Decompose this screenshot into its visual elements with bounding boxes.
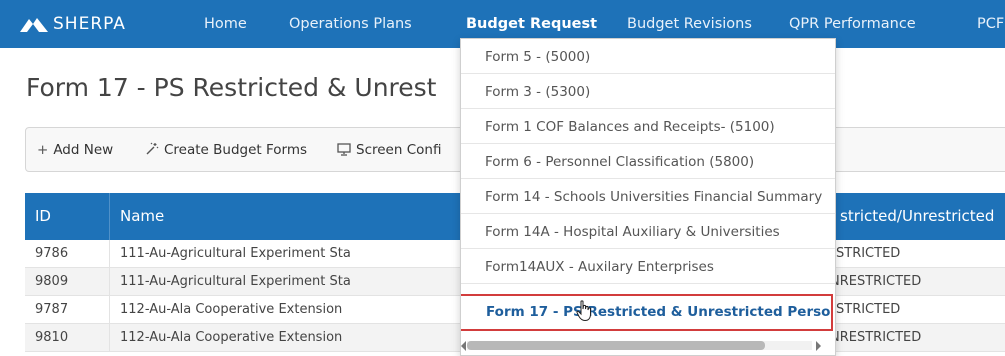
cell-type: STRICTED <box>836 246 901 261</box>
cell-type: NRESTRICTED <box>830 330 922 345</box>
row-divider <box>109 268 110 296</box>
hand-pointer-icon <box>576 300 591 322</box>
nav-home[interactable]: Home <box>204 15 247 33</box>
column-header-restricted[interactable]: stricted/Unrestricted <box>840 207 994 225</box>
scroll-right-arrow-icon[interactable] <box>816 341 821 351</box>
cell-id: 9787 <box>35 302 69 317</box>
menu-item-form-3[interactable]: Form 3 - (5300) <box>461 74 835 109</box>
budget-request-dropdown: Form 5 - (5000) Form 3 - (5300) Form 1 C… <box>460 38 836 356</box>
cell-id: 9810 <box>35 330 69 345</box>
nav-qpr-performance[interactable]: QPR Performance <box>789 15 916 33</box>
nav-operations-plans[interactable]: Operations Plans <box>289 15 412 33</box>
nav-budget-request[interactable]: Budget Request <box>466 15 597 33</box>
menu-item-form-14a[interactable]: Form 14A - Hospital Auxiliary & Universi… <box>461 214 835 249</box>
app-logo[interactable]: SHERPA <box>19 14 126 34</box>
row-divider <box>109 324 110 352</box>
cell-name: 111-Au-Agricultural Experiment Sta <box>120 246 351 261</box>
scroll-left-arrow-icon[interactable] <box>461 341 466 351</box>
row-divider <box>109 296 110 324</box>
screen-config-label: Screen Confi <box>356 142 442 158</box>
page-title: Form 17 - PS Restricted & Unrest <box>26 73 437 102</box>
menu-item-form-5[interactable]: Form 5 - (5000) <box>461 39 835 74</box>
create-budget-forms-button[interactable]: Create Budget Forms <box>145 141 307 159</box>
wand-icon <box>145 141 159 159</box>
menu-item-form-1[interactable]: Form 1 COF Balances and Receipts- (5100) <box>461 109 835 144</box>
menu-item-form14aux[interactable]: Form14AUX - Auxilary Enterprises <box>461 249 835 284</box>
row-divider <box>109 240 110 268</box>
add-new-label: Add New <box>53 142 114 158</box>
cell-type: NRESTRICTED <box>830 274 922 289</box>
cell-type: STRICTED <box>836 302 901 317</box>
logo-text: SHERPA <box>53 14 126 34</box>
plus-icon: + <box>37 142 49 158</box>
mountain-logo-icon <box>20 18 48 32</box>
horizontal-scrollbar[interactable] <box>461 333 835 355</box>
screen-config-button[interactable]: Screen Confi <box>337 141 441 159</box>
cell-name: 112-Au-Ala Cooperative Extension <box>120 330 343 345</box>
monitor-icon <box>337 141 351 159</box>
cell-name: 111-Au-Agricultural Experiment Sta <box>120 274 351 289</box>
add-new-button[interactable]: + Add New <box>37 141 113 159</box>
nav-budget-revisions[interactable]: Budget Revisions <box>627 15 752 33</box>
cell-id: 9809 <box>35 274 69 289</box>
menu-item-form-17[interactable]: Form 17 - PS Restricted & Unrestricted P… <box>461 294 833 331</box>
cell-name: 112-Au-Ala Cooperative Extension <box>120 302 343 317</box>
create-budget-forms-label: Create Budget Forms <box>164 142 308 158</box>
column-divider <box>109 193 110 240</box>
column-header-id[interactable]: ID <box>35 207 51 225</box>
scrollbar-thumb[interactable] <box>467 341 765 350</box>
menu-item-form-14[interactable]: Form 14 - Schools Universities Financial… <box>461 179 835 214</box>
column-header-name[interactable]: Name <box>120 207 164 225</box>
nav-pcf[interactable]: PCF <box>977 15 1004 33</box>
menu-item-form-6[interactable]: Form 6 - Personnel Classification (5800) <box>461 144 835 179</box>
cell-id: 9786 <box>35 246 69 261</box>
